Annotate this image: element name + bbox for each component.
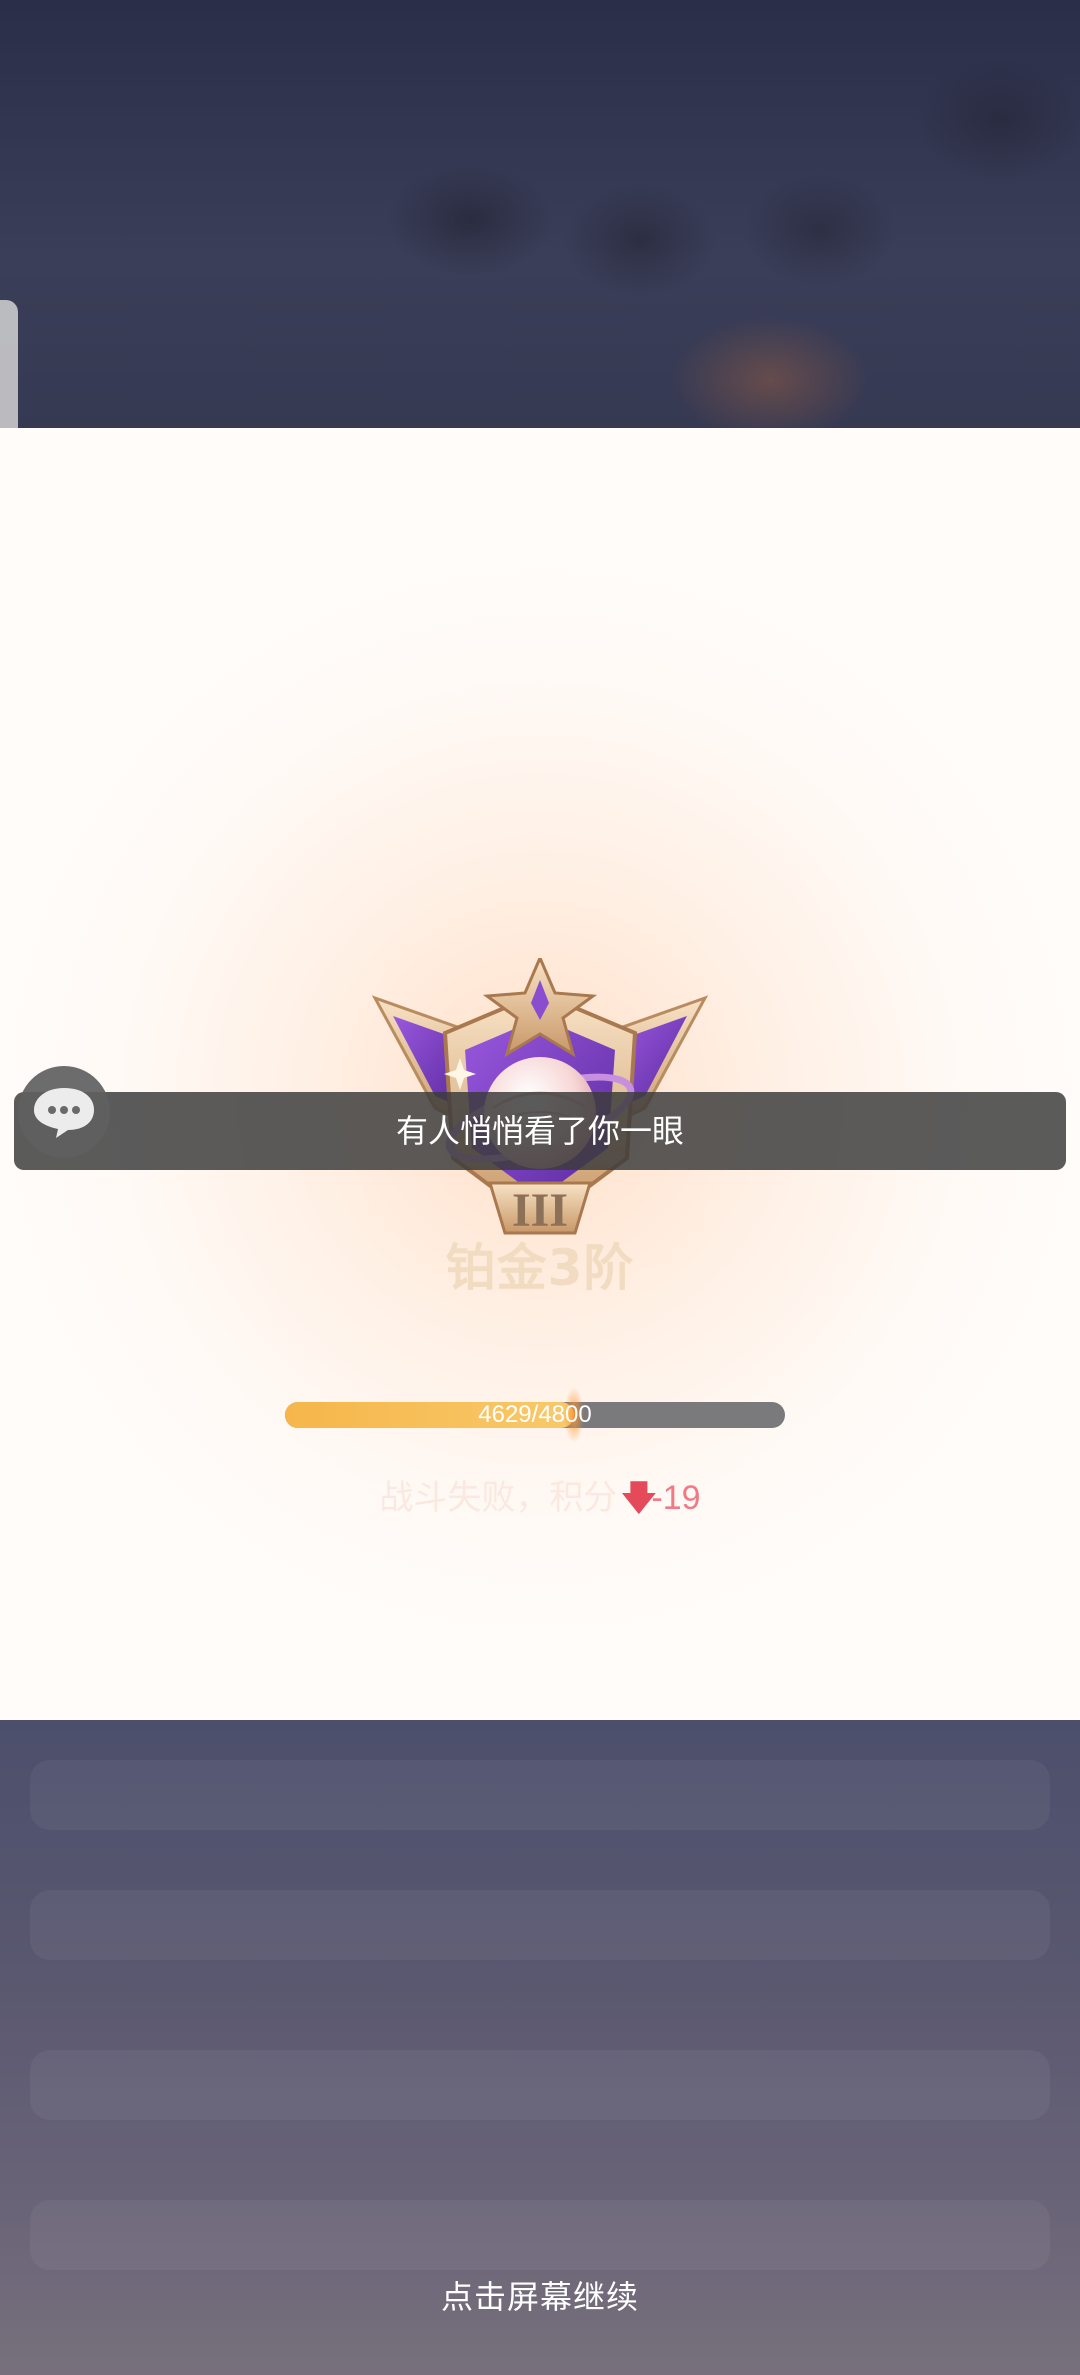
blurred-background-top [0, 0, 1080, 428]
toast-message: 有人悄悄看了你一眼 [395, 1112, 684, 1150]
rank-progress-label: 4629/4800 [478, 1401, 592, 1428]
points-delta: -19 [651, 1479, 701, 1517]
match-result-panel: III 铂金3阶 4629/4800 战斗失败，积分 🡇-19 [0, 428, 1080, 1720]
rank-progress-bar: 4629/4800 [285, 1384, 785, 1446]
match-result-line: 战斗失败，积分 🡇-19 [300, 1470, 780, 1531]
chat-bubble-glyph [34, 1088, 94, 1138]
tap-to-continue-hint[interactable]: 点击屏幕继续 [340, 2272, 740, 2318]
game-screen[interactable]: III 铂金3阶 4629/4800 战斗失败，积分 🡇-19 有人悄悄看了你一眼… [0, 0, 1080, 2375]
rank-name: 铂金3阶 [445, 1239, 635, 1297]
match-result-label: 战斗失败，积分 [379, 1478, 618, 1518]
notification-toast[interactable]: 有人悄悄看了你一眼 [14, 1092, 1066, 1170]
chat-bubble-icon[interactable] [18, 1066, 110, 1158]
down-arrow-icon: 🡇 [621, 1478, 657, 1518]
